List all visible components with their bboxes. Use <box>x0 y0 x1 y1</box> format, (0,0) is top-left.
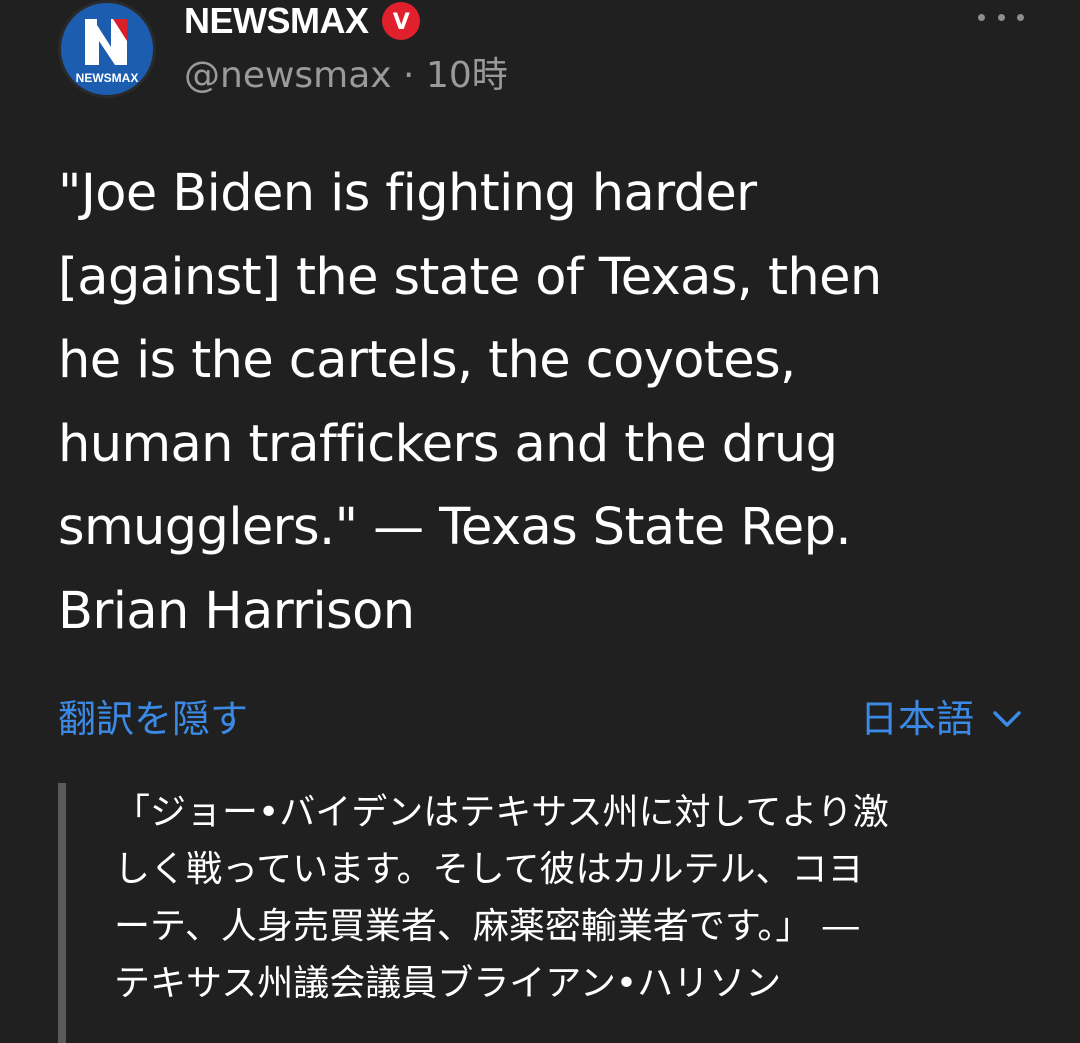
translation-line: 「ジョー•バイデンはテキサス州に対してより激 <box>114 792 889 833</box>
logo-text: NEWSMAX <box>76 71 139 85</box>
hide-translation-link[interactable]: 翻訳を隠す <box>58 694 248 744</box>
tweet-line: smugglers." — Texas State Rep. <box>58 498 852 557</box>
more-dot <box>997 13 1005 21</box>
meta-separator: · <box>391 55 426 96</box>
translation-line: ーテ、人身売買業者、麻薬密輸業者です。」 ― <box>114 906 859 947</box>
chevron-down-icon <box>993 711 1021 727</box>
language-label: 日本語 <box>859 697 974 741</box>
tweet-line: human traffickers and the drug <box>58 414 838 474</box>
language-select[interactable]: 日本語 <box>860 694 1022 744</box>
tweet-line: [against] the state of Texas, then <box>58 247 882 307</box>
tweet-text: "Joe Biden is fighting harder [against] … <box>58 152 1018 653</box>
handle-row: @newsmax · 10時 <box>184 54 508 98</box>
verified-badge-icon: V <box>381 2 420 40</box>
more-options-icon[interactable] <box>978 0 1024 34</box>
post-time[interactable]: 10時 <box>426 55 508 96</box>
avatar[interactable]: NEWSMAX <box>58 0 156 98</box>
translated-text: 「ジョー•バイデンはテキサス州に対してより激 しく戦っています。そして彼はカルテ… <box>114 784 1044 1012</box>
tweet-line: he is the cartels, the coyotes, <box>58 331 796 390</box>
author-name[interactable]: NEWSMAX <box>184 0 369 42</box>
newsmax-logo: NEWSMAX <box>61 3 153 95</box>
translation-line: しく戦っています。そして彼はカルテル、コヨ <box>114 849 864 890</box>
tweet-line: Brian Harrison <box>58 581 415 641</box>
translation-quote-bar <box>58 783 66 1043</box>
more-dot <box>1017 13 1024 21</box>
verified-badge-letter: V <box>392 10 409 35</box>
author-name-row[interactable]: NEWSMAX V <box>184 0 421 42</box>
more-dot <box>978 13 985 21</box>
author-handle[interactable]: @newsmax <box>184 55 392 96</box>
tweet-line: "Joe Biden is fighting harder <box>58 164 757 223</box>
translation-line: テキサス州議会議員ブライアン•ハリソン <box>114 963 782 1004</box>
